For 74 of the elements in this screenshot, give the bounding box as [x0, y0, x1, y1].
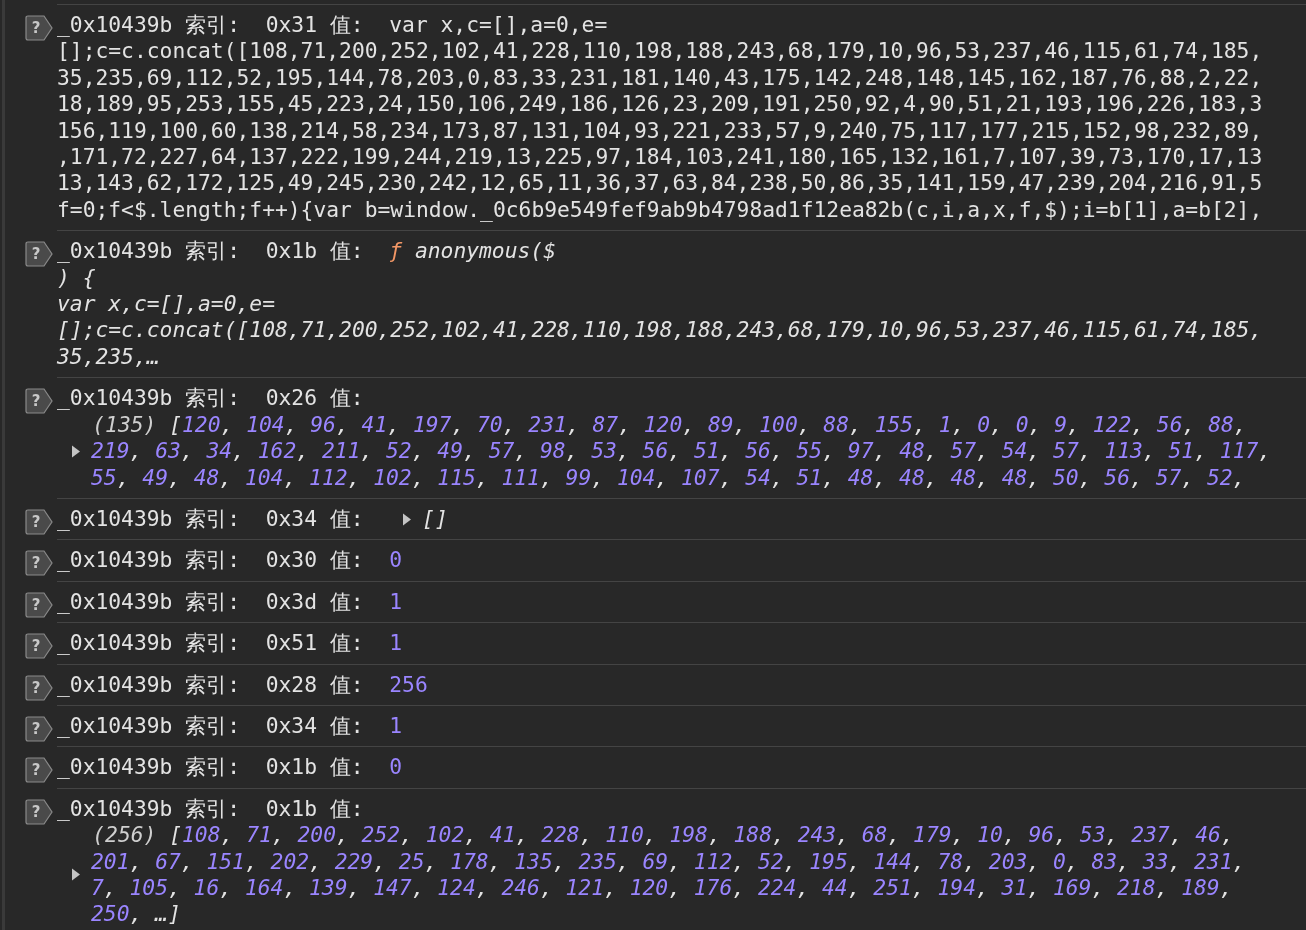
value-label: 值: [329, 795, 364, 823]
variable-name: _0x10439b 索引: [57, 505, 241, 533]
code-line: ƒ anonymous($ [389, 238, 556, 265]
code-line: 156,119,100,60,138,214,58,234,173,87,131,104,93,221,233,57,9,240,75,117,177,215,152,98,232,89, [57, 117, 1263, 145]
expand-triangle-icon[interactable] [402, 512, 413, 526]
index-value: 0x34 [265, 712, 317, 740]
array-line: 201, 67, 151, 202, 229, 25, 178, 135, 235, 69, 112, 52, 195, 144, 78, 203, 0, 83, 33, 231, [91, 848, 1246, 875]
question-icon: ? [25, 388, 53, 415]
array-line: (135) [120, 104, 96, 41, 197, 70, 231, 87, 120, 89, 100, 88, 155, 1, 0, 0, 9, 122, 56, 88, [92, 411, 1248, 439]
value-label: 值: [329, 671, 364, 698]
code-line: 35,235,… [57, 343, 161, 371]
variable-name: _0x10439b 索引: [57, 630, 241, 657]
question-icon: ? [25, 633, 53, 660]
code-line: [];c=c.concat([108,71,200,252,102,41,228,110,198,188,243,68,179,10,96,53,237,46,115,61,74,185, [57, 38, 1263, 65]
number-value: 1 [389, 630, 403, 657]
question-icon: ? [25, 715, 53, 742]
question-icon: ? [25, 798, 53, 825]
question-icon: ? [25, 508, 53, 535]
question-icon: ? [25, 550, 53, 577]
code-line: 35,235,69,112,52,195,144,78,203,0,83,33,231,181,140,43,175,142,248,148,145,162,187,76,88,2,22, [57, 64, 1263, 92]
question-icon: ? [25, 757, 53, 784]
index-value: 0x51 [265, 630, 317, 657]
number-value: 256 [389, 671, 428, 698]
value-label: 值: [329, 630, 364, 657]
code-line: var x,c=[],a=0,e= [389, 12, 608, 39]
code-line: 13,143,62,172,125,49,245,230,242,12,65,11,36,37,63,84,238,50,86,35,141,159,47,239,204,216,91,5 [57, 170, 1263, 197]
value-label: 值: [329, 547, 364, 574]
index-value: 0x28 [265, 671, 317, 698]
code-line: ,171,72,227,64,137,222,199,244,219,13,225,97,184,103,241,180,165,132,161,7,107,39,73,170,17,13 [57, 144, 1263, 171]
value-label: 值: [329, 385, 364, 412]
index-value: 0x1b [265, 754, 317, 781]
question-icon: ? [25, 241, 53, 268]
array-line: (256) [108, 71, 200, 252, 102, 41, 228, 110, 198, 188, 243, 68, 179, 10, 96, 53, 237, 46, [92, 822, 1235, 849]
value-label: 值: [329, 238, 364, 265]
number-value: 0 [389, 754, 403, 781]
variable-name: _0x10439b 索引: [57, 12, 241, 39]
question-icon: ? [25, 15, 53, 41]
variable-name: _0x10439b 索引: [57, 754, 241, 781]
index-value: 0x30 [265, 547, 317, 574]
code-line: 18,189,95,253,155,45,223,24,150,106,249,186,126,23,209,191,250,92,4,90,51,21,193,196,226,183,3 [57, 91, 1263, 118]
code-line: var x,c=[],a=0,e= [57, 291, 276, 318]
array-line: 250, …] [91, 901, 182, 928]
variable-name: _0x10439b 索引: [57, 588, 241, 616]
index-value: 0x1b [265, 238, 317, 265]
code-line: f=0;f<$.length;f++){var b=window._0c6b9e549fef9ab9b4798ad1f12ea82b(c,i,a,x,f,$);i=b[1],a=b[2], [57, 196, 1263, 224]
question-icon: ? [25, 674, 53, 701]
array-line: 219, 63, 34, 162, 211, 52, 49, 57, 98, 53, 56, 51, 56, 55, 97, 48, 57, 54, 57, 113, 51, 117, [91, 438, 1272, 465]
variable-name: _0x10439b 索引: [57, 712, 241, 740]
expand-triangle-icon[interactable] [71, 444, 81, 458]
variable-name: _0x10439b 索引: [57, 671, 241, 698]
variable-name: _0x10439b 索引: [57, 238, 241, 265]
variable-name: _0x10439b 索引: [57, 795, 241, 823]
variable-name: _0x10439b 索引: [57, 547, 241, 574]
variable-name: _0x10439b 索引: [57, 385, 241, 412]
value-label: 值: [329, 712, 364, 740]
code-line: [];c=c.concat([108,71,200,252,102,41,228,110,198,188,243,68,179,10,96,53,237,46,115,61,74,185, [57, 317, 1263, 344]
array-line: 55, 49, 48, 104, 112, 102, 115, 111, 99, 104, 107, 54, 51, 48, 48, 48, 48, 50, 56, 57, 52, [91, 464, 1247, 491]
number-value: 1 [389, 588, 403, 616]
array-value: [] [422, 505, 448, 533]
array-line: 7, 105, 16, 164, 139, 147, 124, 246, 121, 120, 176, 224, 44, 251, 194, 31, 169, 218, 189, [91, 874, 1234, 902]
value-label: 值: [329, 12, 364, 39]
index-value: 0x31 [265, 12, 317, 39]
index-value: 0x1b [265, 795, 317, 823]
expand-triangle-icon[interactable] [71, 868, 81, 882]
index-value: 0x26 [265, 385, 317, 412]
code-line: ) { [57, 264, 97, 292]
value-label: 值: [329, 754, 364, 781]
number-value: 1 [389, 712, 403, 740]
question-icon: ? [25, 591, 53, 618]
index-value: 0x3d [265, 588, 317, 616]
index-value: 0x34 [265, 505, 317, 533]
value-label: 值: [329, 505, 364, 533]
value-label: 值: [329, 588, 364, 616]
number-value: 0 [389, 547, 403, 574]
